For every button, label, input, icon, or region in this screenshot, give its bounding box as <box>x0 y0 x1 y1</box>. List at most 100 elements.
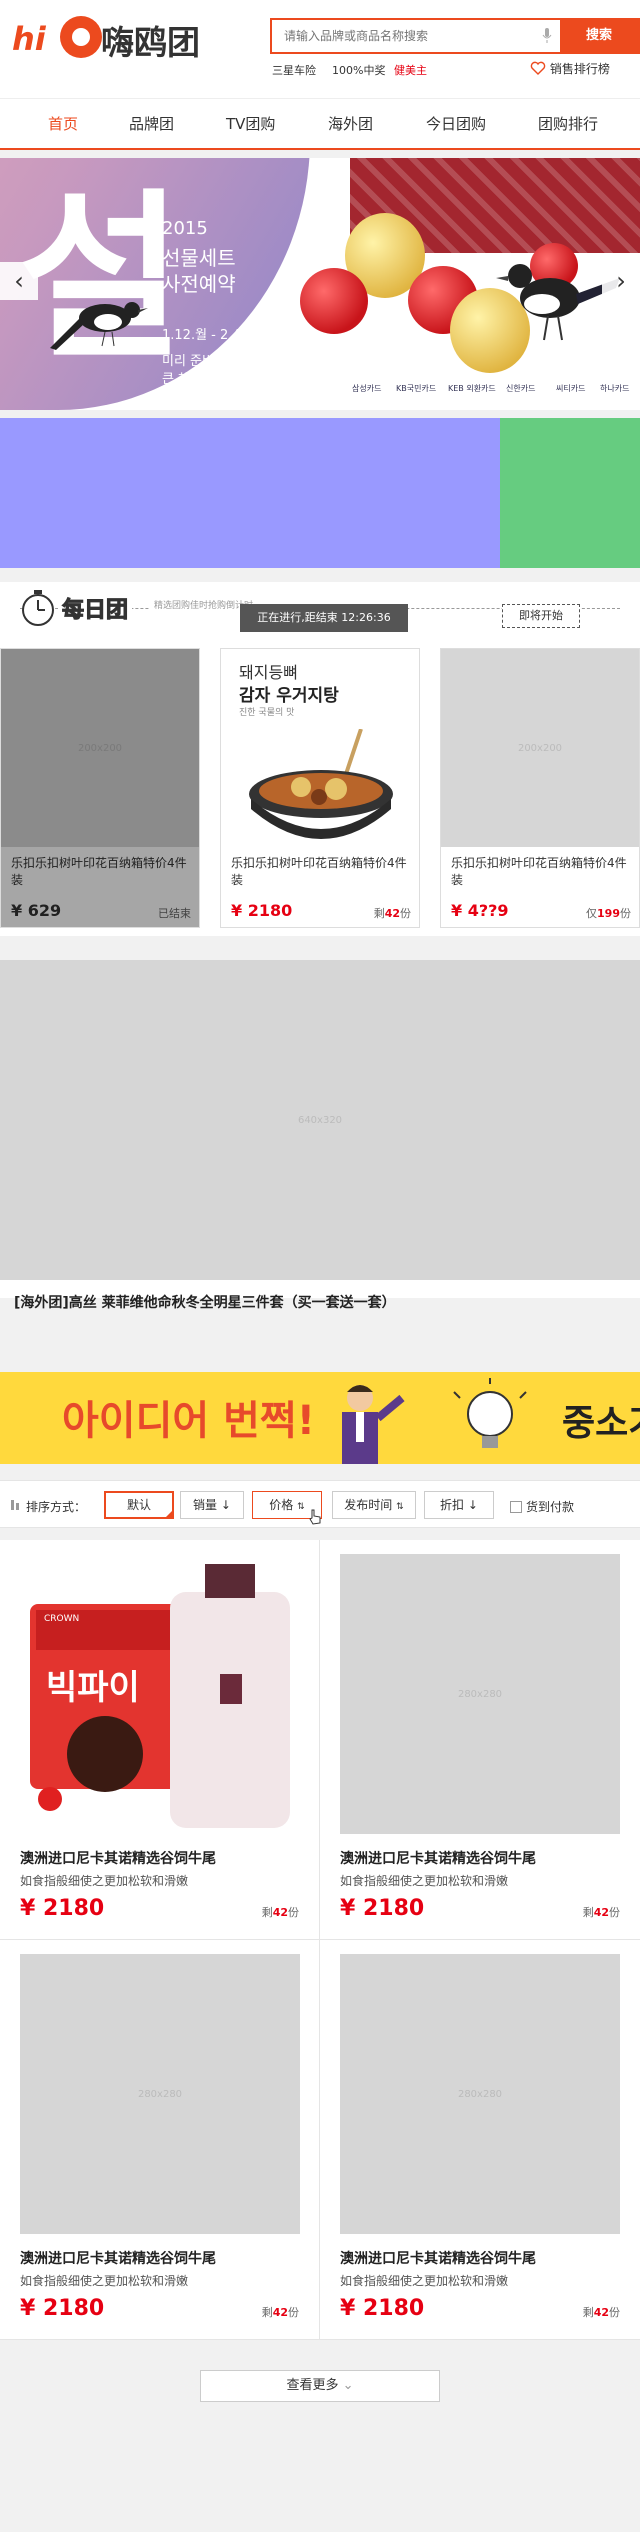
arrow-down-icon: ↓ <box>467 1498 478 1512</box>
countdown-badge: 正在进行,距结束 12:26:36 <box>240 604 408 632</box>
sales-rank-link[interactable]: 销售排行榜 <box>530 60 610 77</box>
deal-title: 乐扣乐扣树叶印花百纳箱特价4件装 <box>451 856 627 887</box>
main-nav: 首页 品牌团 TV团购 海外团 今日团购 团购排行 <box>0 98 640 150</box>
sort-sales-button[interactable]: 销量 ↓ <box>180 1491 244 1519</box>
hotword-link[interactable]: 三星车险 <box>272 62 316 78</box>
product-title: 澳洲进口尼卡其诺精选谷饲牛尾 <box>20 1851 216 1867</box>
product-card[interactable]: 280x280 澳洲进口尼卡其诺精选谷饲牛尾 如食指般细使之更加松软和滑嫩 ¥ … <box>0 1940 320 2340</box>
deal-card[interactable]: 돼지등뼈 감자 우거지탕 진한 국물의 맛 乐扣乐扣树叶印花百纳箱特价4件装 ¥… <box>220 648 420 928</box>
sort-discount-button[interactable]: 折扣 ↓ <box>424 1491 494 1519</box>
deal-image: 돼지등뼈 감자 우거지탕 진한 국물의 맛 <box>221 649 419 847</box>
product-stock: 剩42份 <box>261 2306 299 2319</box>
stew-pot-icon <box>249 729 393 839</box>
product-desc: 如食指般细使之更加松软和滑嫩 <box>340 1874 509 1888</box>
search-button[interactable]: 搜索 <box>560 20 638 52</box>
sort-bar: 排序方式： 默认 销量 ↓ 价格 ⇅ 发布时间 ⇅ 折扣 ↓ 货到付款 <box>0 1480 640 1528</box>
hotword-link[interactable]: 100%中奖 <box>332 62 385 78</box>
banner-line3: 미리 준비하고 <box>162 354 238 369</box>
sort-icon <box>11 1500 19 1510</box>
ad-headline: 아이디어 번쩍! <box>62 1398 315 1444</box>
daily-group-section: 每日团 精选团购佳时抢购倒计时 正在进行,距结束 12:26:36 即将开始 2… <box>0 582 640 936</box>
product-desc: 如食指般细使之更加松软和滑嫩 <box>340 2274 509 2288</box>
product-price: ¥ 2180 <box>20 2296 105 2321</box>
product-stock: 剩42份 <box>582 1906 620 1919</box>
deal-title: 乐扣乐扣树叶印花百纳箱特价4件装 <box>231 856 407 887</box>
product-grid: CROWN 빅파이 澳洲进口尼卡其诺精选谷饲牛尾 如食指般细使之更加松软和滑嫩 … <box>0 1540 640 2340</box>
deal-status: 剩42份 <box>373 907 411 920</box>
bank-logo: 삼성카드 <box>352 384 382 393</box>
snack-brand-label: 빅파이 <box>46 1668 140 1708</box>
sort-date-button[interactable]: 发布时间 ⇅ <box>332 1491 416 1519</box>
promo-block[interactable] <box>0 418 500 568</box>
banner-line1: 선물세트 <box>162 246 236 270</box>
updown-arrow-icon: ⇅ <box>396 1502 404 1512</box>
hero-banner[interactable]: 설 2015 선물세트 사전예약 1.12.월 - 2.4.수 미리 준비하고 … <box>0 158 640 410</box>
chevron-down-icon: ⌄ <box>342 2378 354 2393</box>
product-image: 280x280 <box>340 1954 620 2234</box>
header: hi 嗨鸥团 搜索 三星车险 100%中奖 健美主 销售排行榜 <box>0 0 640 98</box>
apple-image <box>300 268 368 334</box>
selected-corner-icon <box>164 1509 174 1519</box>
sort-label: 排序方式： <box>26 1500 87 1514</box>
heart-icon <box>530 61 546 75</box>
deal-card[interactable]: 200x200 乐扣乐扣树叶印花百纳箱特价4件装 ¥ 4??9 仅199份 <box>440 648 640 928</box>
deal-price: ¥ 4??9 <box>451 901 509 920</box>
deal-status: 仅199份 <box>586 907 631 920</box>
microphone-icon[interactable] <box>542 28 552 44</box>
logo-hi-text: hi <box>12 20 46 58</box>
banner-big-character: 설 <box>18 172 184 383</box>
overseas-feature[interactable]: 640x320 [海外团]高丝 莱菲维他命秋冬全明星三件套（买一套送一套） <box>0 960 640 1311</box>
ad-banner[interactable]: 아이디어 번쩍! 중소기 <box>0 1372 640 1464</box>
bank-logo: 하나카드 <box>600 384 630 393</box>
product-card[interactable]: 280x280 澳洲进口尼卡其诺精选谷饲牛尾 如食指般细使之更加松软和滑嫩 ¥ … <box>320 1940 640 2340</box>
sort-default-button[interactable]: 默认 <box>104 1491 174 1519</box>
load-more-button[interactable]: 查看更多 ⌄ <box>200 2370 440 2402</box>
banner-prev-button[interactable]: ‹ <box>0 262 38 300</box>
lightbulb-icon <box>453 1378 527 1448</box>
sales-rank-label: 销售排行榜 <box>549 62 610 76</box>
deal-image: 200x200 <box>441 649 639 847</box>
checkbox-box[interactable] <box>510 1501 522 1513</box>
ended-overlay <box>1 649 199 927</box>
hotword-link[interactable]: 健美主 <box>394 62 427 78</box>
search-input[interactable] <box>272 20 552 52</box>
logo-brand-name: 嗨鸥团 <box>101 23 200 62</box>
product-stock: 剩42份 <box>261 1906 299 1919</box>
snack-crown-label: CROWN <box>44 1614 80 1624</box>
product-title: 澳洲进口尼卡其诺精选谷饲牛尾 <box>20 2251 216 2267</box>
product-card[interactable]: 280x280 澳洲进口尼卡其诺精选谷饲牛尾 如食指般细使之更加松软和滑嫩 ¥ … <box>320 1540 640 1940</box>
clock-icon <box>22 590 54 626</box>
arrow-down-icon: ↓ <box>220 1498 231 1512</box>
logo[interactable]: hi <box>12 14 102 60</box>
promo-block[interactable] <box>500 418 640 568</box>
banner-date: 1.12.월 - 2.4.수 <box>162 328 257 343</box>
deal-card[interactable]: 200x200 乐扣乐扣树叶印花百纳箱特价4件装 ¥ 629 已结束 <box>0 648 200 928</box>
nav-item-home[interactable]: 首页 <box>48 113 78 134</box>
product-title: 澳洲进口尼卡其诺精选谷饲牛尾 <box>340 2251 536 2267</box>
cod-label: 货到付款 <box>526 1500 575 1514</box>
magpie-icon <box>50 302 148 350</box>
product-price: ¥ 2180 <box>20 1896 105 1921</box>
search-box: 搜索 <box>270 18 640 54</box>
nav-item-ranking[interactable]: 团购排行 <box>538 113 598 134</box>
banner-next-button[interactable]: › <box>602 262 640 300</box>
product-stock: 剩42份 <box>582 2306 620 2319</box>
deal-image-line: 진한 국물의 맛 <box>239 708 295 718</box>
nav-item-overseas[interactable]: 海外团 <box>328 113 373 134</box>
product-image: 280x280 <box>340 1554 620 1834</box>
overseas-image: 640x320 <box>0 960 640 1280</box>
product-title: 澳洲进口尼卡其诺精选谷饲牛尾 <box>340 1851 536 1867</box>
magpie-icon <box>496 264 620 341</box>
nav-item-today[interactable]: 今日团购 <box>426 113 486 134</box>
deal-image-line: 돼지등뼈 <box>239 663 298 682</box>
banner-line2: 사전예약 <box>162 272 236 296</box>
nav-item-brand-group[interactable]: 品牌团 <box>129 113 174 134</box>
coming-soon-tab[interactable]: 即将开始 <box>502 604 580 628</box>
product-price: ¥ 2180 <box>340 1896 425 1921</box>
nav-item-tv-group[interactable]: TV团购 <box>226 113 275 134</box>
cod-checkbox[interactable]: 货到付款 <box>510 1498 574 1515</box>
product-card[interactable]: CROWN 빅파이 澳洲进口尼卡其诺精选谷饲牛尾 如食指般细使之更加松软和滑嫩 … <box>0 1540 320 1940</box>
product-desc: 如食指般细使之更加松软和滑嫩 <box>20 1874 189 1888</box>
bank-logo: 씨티카드 <box>556 384 586 393</box>
businessman-icon <box>342 1385 405 1464</box>
